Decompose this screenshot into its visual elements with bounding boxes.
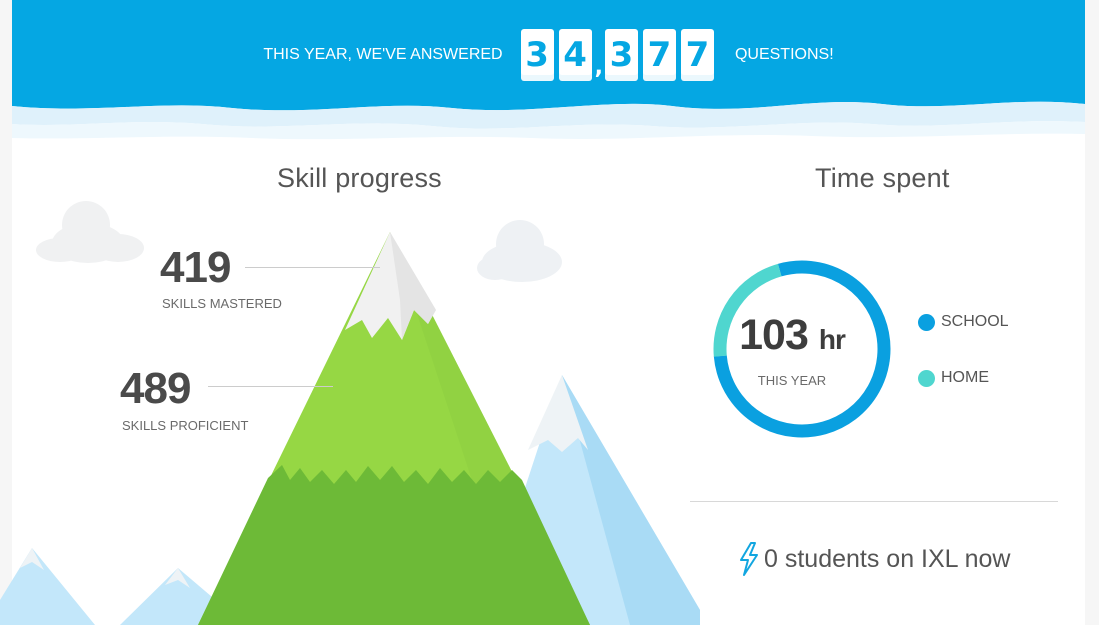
banner-suffix: QUESTIONS! bbox=[734, 46, 834, 63]
legend-label-home: HOME bbox=[941, 369, 989, 386]
mastered-leader-line bbox=[245, 267, 380, 268]
legend-item-home: HOME bbox=[918, 366, 1009, 390]
cloud-icon bbox=[36, 201, 144, 263]
dashboard: THIS YEAR, WE'VE ANSWERED 3 4 , 3 7 7 QU… bbox=[0, 0, 1099, 625]
students-online-text: 0 students on IXL now bbox=[764, 544, 1011, 573]
skills-proficient-value: 489 bbox=[120, 364, 191, 413]
legend-label-school: SCHOOL bbox=[941, 313, 1009, 330]
proficient-leader-line bbox=[208, 386, 333, 387]
time-spent-title: Time spent bbox=[815, 163, 950, 193]
time-value: 103 bbox=[739, 311, 809, 359]
right-edge bbox=[1085, 0, 1099, 625]
home-dot-icon bbox=[918, 369, 935, 387]
time-donut-chart: 103 hr THIS YEAR bbox=[702, 233, 902, 465]
time-legend: SCHOOL HOME bbox=[918, 310, 1009, 422]
skills-proficient-label: SKILLS PROFICIENT bbox=[122, 418, 249, 433]
school-dot-icon bbox=[918, 313, 935, 331]
skills-mastered-value: 419 bbox=[160, 243, 231, 292]
section-divider bbox=[690, 501, 1058, 502]
main-mountain bbox=[198, 232, 590, 625]
time-caption: THIS YEAR bbox=[757, 373, 827, 388]
students-online: 0 students on IXL now bbox=[738, 542, 1010, 576]
legend-item-school: SCHOOL bbox=[918, 310, 1009, 334]
skill-progress-title: Skill progress bbox=[277, 163, 442, 193]
time-total: 103 hr bbox=[702, 311, 882, 360]
skills-mastered-label: SKILLS MASTERED bbox=[162, 296, 282, 311]
time-unit: hr bbox=[818, 324, 846, 355]
lightning-bolt-icon bbox=[740, 542, 758, 576]
mountain-illustration bbox=[0, 201, 700, 625]
cloud-icon bbox=[477, 220, 562, 282]
